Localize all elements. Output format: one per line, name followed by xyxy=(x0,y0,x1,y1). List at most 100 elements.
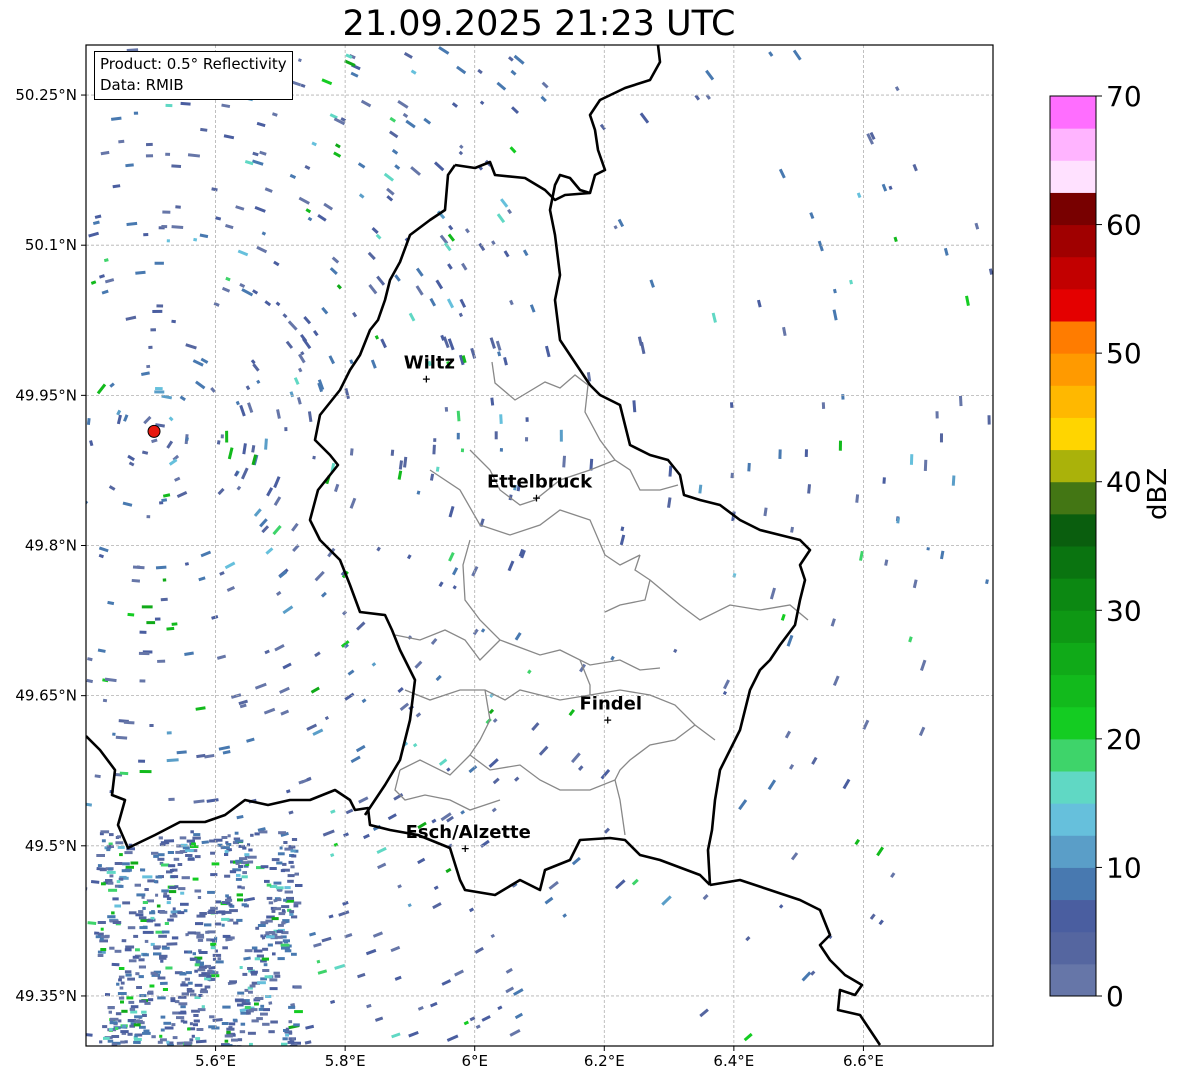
echo-pixel xyxy=(374,335,380,340)
echo-pixel xyxy=(358,796,369,804)
echo-pixel xyxy=(371,662,377,667)
echo-pixel xyxy=(514,776,520,782)
echo-pixel xyxy=(276,409,281,419)
colorbar-swatch xyxy=(1050,385,1096,418)
colorbar-swatch xyxy=(1050,867,1096,901)
echo-pixel xyxy=(336,284,342,290)
echo-pixel xyxy=(155,565,167,570)
echo-pixel xyxy=(193,237,198,242)
echo-pixel xyxy=(281,921,286,925)
echo-pixel xyxy=(195,1037,201,1041)
echo-pixel xyxy=(210,851,216,855)
echo-pixel xyxy=(778,449,782,459)
echo-pixel xyxy=(352,311,358,318)
echo-pixel xyxy=(496,81,507,91)
echo-pixel xyxy=(673,648,678,653)
echo-pixel xyxy=(130,861,139,865)
echo-pixel xyxy=(257,981,266,985)
echo-pixel xyxy=(562,913,567,918)
echo-pixel xyxy=(244,1006,251,1009)
echo-pixel xyxy=(138,910,144,914)
echo-pixel xyxy=(102,698,108,703)
echo-pixel xyxy=(229,980,237,984)
echo-pixel xyxy=(157,659,166,663)
echo-pixel xyxy=(649,279,655,288)
echo-pixel xyxy=(175,850,184,854)
echo-pixel xyxy=(109,1027,113,1031)
echo-pixel xyxy=(269,978,278,982)
echo-pixel xyxy=(111,116,122,121)
echo-pixel xyxy=(699,1008,709,1018)
echo-pixel xyxy=(456,432,460,440)
echo-pixel xyxy=(500,198,509,208)
echo-pixel xyxy=(215,960,224,964)
echo-pixel xyxy=(599,123,606,131)
echo-pixel xyxy=(206,798,219,803)
echo-pixel xyxy=(472,628,479,636)
echo-pixel xyxy=(293,901,302,905)
echo-pixel xyxy=(254,957,261,961)
echo-pixel xyxy=(119,986,124,990)
echo-pixel xyxy=(281,905,290,909)
echo-pixel xyxy=(154,617,161,621)
echo-pixel xyxy=(509,146,517,154)
echo-pixel xyxy=(935,411,939,419)
echo-pixel xyxy=(129,1007,136,1011)
echo-pixel xyxy=(194,983,203,987)
echo-pixel xyxy=(460,810,465,815)
echo-pixel xyxy=(229,1022,236,1026)
echo-pixel xyxy=(194,889,202,893)
echo-pixel xyxy=(187,1027,191,1031)
echo-pixel xyxy=(224,910,232,914)
echo-pixel xyxy=(251,946,258,950)
echo-pixel xyxy=(242,443,247,455)
echo-pixel xyxy=(151,851,159,855)
echo-pixel xyxy=(176,750,187,755)
colorbar-swatch xyxy=(1050,706,1096,740)
echo-pixel xyxy=(370,359,377,369)
echo-pixel xyxy=(189,1022,193,1026)
echo-pixel xyxy=(126,221,138,227)
echo-pixel xyxy=(154,390,165,394)
echo-pixel xyxy=(237,1003,244,1007)
echo-pixel xyxy=(291,854,297,858)
echo-pixel xyxy=(221,923,225,927)
echo-pixel xyxy=(391,148,399,155)
echo-pixel xyxy=(130,1010,138,1014)
echo-pixel xyxy=(171,225,184,229)
echo-pixel xyxy=(235,859,243,863)
echo-pixel xyxy=(280,943,290,947)
echo-pixel xyxy=(143,232,149,237)
echo-pixel xyxy=(244,949,253,953)
echo-pixel xyxy=(193,1019,200,1023)
echo-pixel xyxy=(180,891,185,895)
echo-pixel xyxy=(207,890,215,894)
echo-pixel xyxy=(386,195,394,202)
echo-pixel xyxy=(849,279,854,285)
echo-pixel xyxy=(494,431,498,440)
country-borders xyxy=(86,45,882,1046)
echo-pixel xyxy=(722,690,728,696)
echo-pixel xyxy=(255,926,260,930)
echo-pixel xyxy=(446,298,455,309)
echo-pixel xyxy=(321,78,333,86)
echo-pixel xyxy=(429,297,437,307)
echo-pixel xyxy=(200,550,212,558)
echo-pixel xyxy=(290,865,295,869)
echo-pixel xyxy=(193,1014,199,1017)
echo-pixel xyxy=(507,560,515,572)
echo-pixel xyxy=(146,515,151,519)
echo-pixel xyxy=(166,626,175,631)
echo-pixel xyxy=(125,945,135,949)
echo-pixel xyxy=(361,698,367,704)
echo-pixel xyxy=(215,216,222,221)
radar-site-marker xyxy=(147,424,161,438)
echo-pixel xyxy=(235,400,240,406)
echo-pixel xyxy=(251,1019,259,1023)
echo-pixel xyxy=(132,565,145,570)
echo-pixel xyxy=(667,497,672,508)
lat-tick-label: 49.35°N xyxy=(15,987,77,1005)
echo-pixel xyxy=(227,447,234,460)
echo-pixel xyxy=(145,142,153,147)
echo-pixel xyxy=(161,498,168,503)
